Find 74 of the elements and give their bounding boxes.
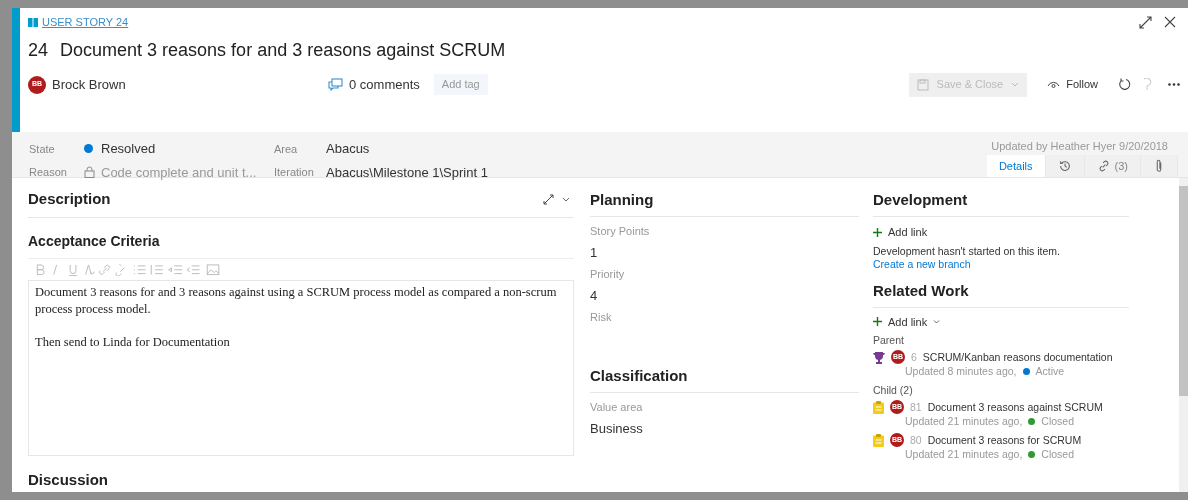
work-item-id: 80 xyxy=(910,433,922,447)
lock-icon xyxy=(84,166,95,179)
close-icon[interactable] xyxy=(1164,16,1176,29)
plus-icon xyxy=(873,227,882,237)
expand-icon[interactable] xyxy=(543,193,554,205)
updated-text: Updated 21 minutes ago, xyxy=(905,447,1023,461)
paragraph: Then send to Linda for Documentation xyxy=(35,334,231,351)
clipboard-icon xyxy=(873,400,884,414)
refresh-icon[interactable] xyxy=(1118,78,1131,91)
section-heading: Acceptance Criteria xyxy=(28,232,160,249)
state-text: Closed xyxy=(1041,414,1075,428)
section-heading: Related Work xyxy=(873,281,969,299)
paragraph: Document 3 reasons for and 3 reasons against using a SCRUM process model as compared a non-scrum process process model. xyxy=(35,284,558,318)
updated-by-text: Updated by Heather Hyer 9/20/2018 xyxy=(991,139,1169,154)
trophy-icon xyxy=(873,350,885,364)
acceptance-criteria-editor[interactable]: Document 3 reasons for and 3 reasons against using a SCRUM process model as compared a non-scrum process process model. Then send to Linda for Documentation xyxy=(28,280,574,456)
scrollbar[interactable] xyxy=(1179,178,1188,492)
field-value[interactable]: 4 xyxy=(590,285,859,305)
follow-button[interactable]: Follow xyxy=(1047,76,1098,93)
field-label: State xyxy=(29,141,56,157)
tab[interactable] xyxy=(1045,155,1085,177)
work-item-title[interactable]: Document 3 reasons for and 3 reasons against SCRUM xyxy=(60,36,506,64)
section-heading: Classification xyxy=(590,367,688,384)
save-icon xyxy=(916,78,929,91)
field-label: Story Points xyxy=(590,224,651,239)
history-icon xyxy=(1057,159,1072,173)
field-value: Code complete and unit t... xyxy=(101,163,257,182)
work-item-type-link[interactable]: USER STORY 24 xyxy=(28,14,129,31)
assignee-name[interactable]: Brock Brown xyxy=(52,74,126,95)
tab[interactable] xyxy=(1141,155,1178,177)
field-label: Area xyxy=(274,141,299,157)
comments-icon xyxy=(328,78,343,91)
development-note: Development hasn't started on this item. xyxy=(873,244,1062,258)
caret-icon xyxy=(933,319,941,324)
section-heading: Description xyxy=(28,189,111,209)
caret-icon xyxy=(1011,82,1020,87)
comments-link[interactable]: 0 comments xyxy=(349,74,420,95)
field-label: Iteration xyxy=(274,165,315,180)
book-icon xyxy=(28,17,38,27)
field-value: Resolved xyxy=(101,140,156,158)
field-label: Value area xyxy=(590,400,644,415)
field-value[interactable]: 1 xyxy=(590,242,859,262)
related-item-link[interactable]: SCRUM/Kanban reasons documentation xyxy=(922,350,1113,364)
updated-text: Updated 21 minutes ago, xyxy=(905,414,1023,428)
state-text: Active xyxy=(1035,364,1065,378)
field-label: Priority xyxy=(590,267,626,282)
add-link-button[interactable]: Add link xyxy=(873,313,1129,330)
clipboard-icon xyxy=(873,433,884,447)
related-item-link[interactable]: Document 3 reasons against SCRUM xyxy=(927,400,1103,414)
work-item-id: 81 xyxy=(910,400,922,414)
field-value: Abacus\Milestone 1\Sprint 1 xyxy=(326,163,488,182)
field-label: Reason xyxy=(29,165,68,180)
field-value: Abacus xyxy=(326,140,371,158)
eye-icon xyxy=(1047,80,1061,89)
chevron-down-icon[interactable] xyxy=(562,196,570,202)
section-heading: Planning xyxy=(590,191,654,208)
group-label: Child (2) xyxy=(873,384,914,397)
field-value[interactable]: Business xyxy=(590,418,859,438)
plus-icon xyxy=(873,317,882,327)
section-heading: Discussion xyxy=(28,471,109,488)
link-icon xyxy=(1096,159,1111,173)
group-label: Parent xyxy=(873,334,905,347)
expand-icon[interactable] xyxy=(1139,15,1152,29)
create-branch-link[interactable]: Create a new branch xyxy=(873,257,1129,271)
related-item-link[interactable]: Document 3 reasons for SCRUM xyxy=(927,433,1082,447)
add-link-button[interactable]: Add link xyxy=(873,224,1129,241)
field-label: Risk xyxy=(590,310,613,325)
work-item-id: 24 xyxy=(28,38,49,62)
tab[interactable]: Details xyxy=(986,155,1046,177)
more-icon[interactable] xyxy=(1168,83,1180,86)
section-heading: Development xyxy=(873,191,968,208)
state-text: Closed xyxy=(1041,447,1075,461)
work-item-id: 6 xyxy=(911,350,917,364)
updated-text: Updated 8 minutes ago, xyxy=(905,364,1017,378)
